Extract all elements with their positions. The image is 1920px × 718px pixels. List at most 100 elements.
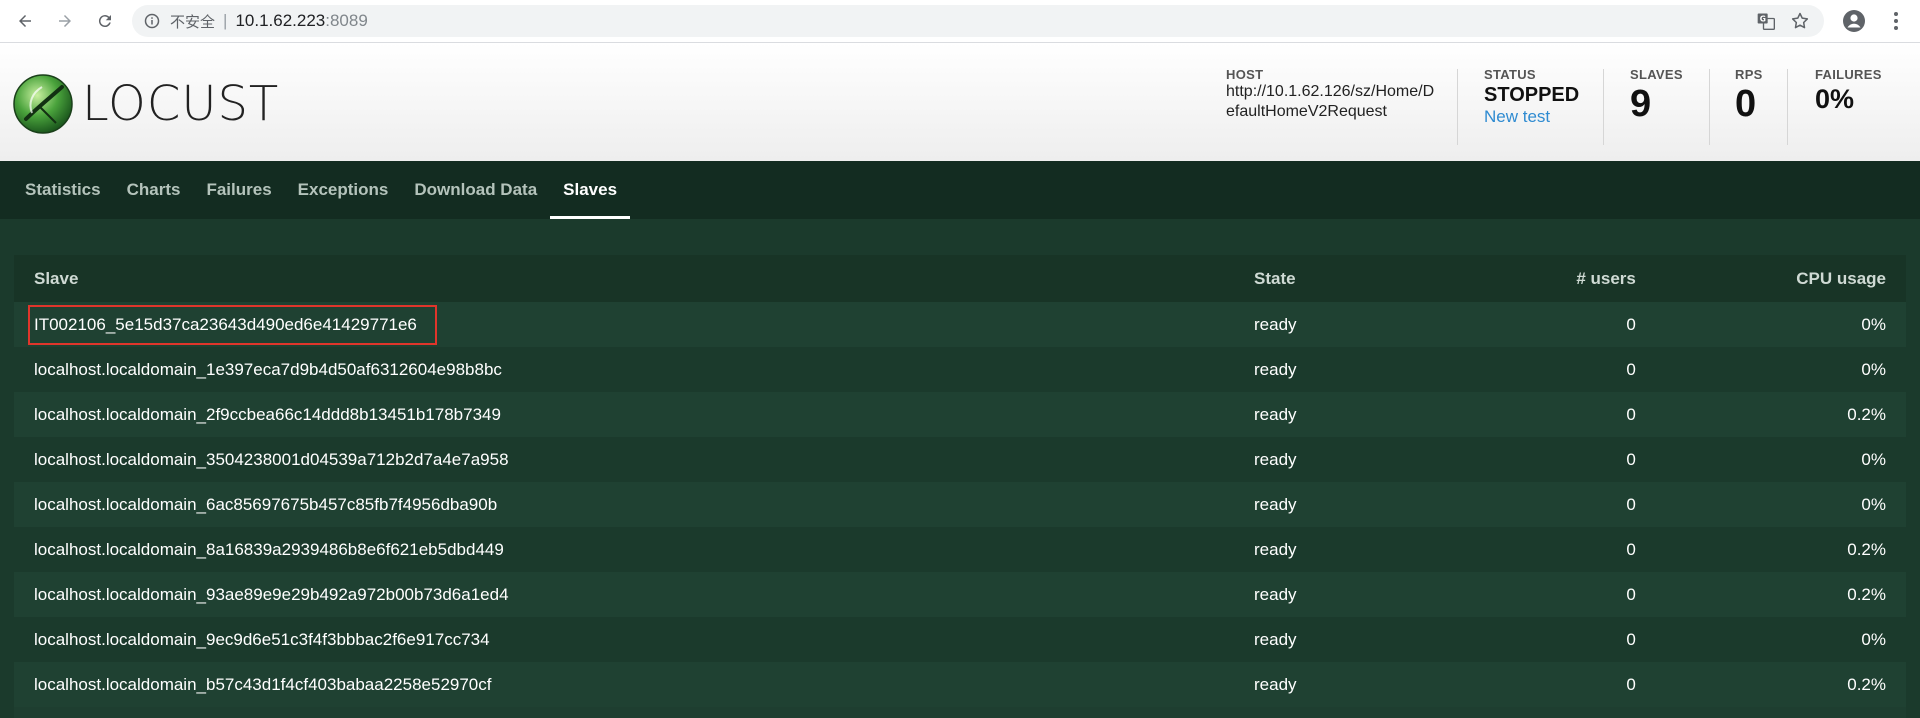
slaves-label: SLAVES: [1630, 67, 1683, 82]
slave-state: ready: [1254, 449, 1297, 469]
stat-divider: [1603, 69, 1604, 145]
slave-name: localhost.localdomain_b57c43d1f4cf403bab…: [34, 674, 492, 694]
host-label: HOST: [1226, 67, 1264, 82]
column-header-cpu[interactable]: CPU usage: [1656, 255, 1906, 302]
stat-divider: [1457, 69, 1458, 145]
slave-name-highlighted: IT002106_5e15d37ca23643d490ed6e41429771e…: [28, 304, 437, 345]
address-bar[interactable]: 不安全 | 10.1.62.223 :8089 G: [132, 5, 1824, 37]
slave-state: ready: [1254, 314, 1297, 334]
table-row: localhost.localdomain_1e397eca7d9b4d50af…: [14, 347, 1906, 392]
tab-statistics[interactable]: Statistics: [12, 161, 114, 219]
column-header-state[interactable]: State: [1234, 255, 1464, 302]
table-header-row: Slave State # users CPU usage: [14, 255, 1906, 302]
tab-bar: Statistics Charts Failures Exceptions Do…: [0, 161, 1920, 219]
slave-name: localhost.localdomain_6ac85697675b457c85…: [34, 494, 498, 514]
slave-state: ready: [1254, 674, 1297, 694]
tab-failures[interactable]: Failures: [193, 161, 284, 219]
slave-cpu: 0%: [1861, 359, 1886, 379]
reload-button[interactable]: [90, 6, 120, 36]
arrow-right-icon: [59, 15, 71, 27]
locust-logo: LOCUST: [12, 73, 279, 135]
rps-stat: RPS 0: [1735, 67, 1763, 139]
tab-download-data[interactable]: Download Data: [401, 161, 550, 219]
slave-state: ready: [1254, 404, 1297, 424]
slave-state: ready: [1254, 494, 1297, 514]
slave-cpu: 0%: [1861, 449, 1886, 469]
insecure-label: 不安全: [170, 12, 216, 31]
arrow-left-icon: [19, 15, 31, 27]
bookmark-star-icon[interactable]: [1790, 11, 1810, 31]
slave-state: ready: [1254, 359, 1297, 379]
rps-label: RPS: [1735, 67, 1763, 82]
locust-logo-icon: [13, 74, 73, 134]
table-row: localhost.localdomain_b57c43d1f4cf403bab…: [14, 662, 1906, 707]
slave-state: ready: [1254, 629, 1297, 649]
info-icon[interactable]: [144, 13, 160, 29]
status-stat: STATUS STOPPED New test: [1484, 67, 1579, 139]
slave-state: ready: [1254, 584, 1297, 604]
failures-value: 0%: [1815, 84, 1855, 114]
tab-exceptions[interactable]: Exceptions: [285, 161, 402, 219]
slave-name: localhost.localdomain_3504238001d04539a7…: [34, 449, 509, 469]
url-port: :8089: [325, 11, 368, 30]
svg-text:G: G: [1760, 14, 1766, 23]
tab-slaves[interactable]: Slaves: [550, 161, 630, 219]
new-test-link[interactable]: New test: [1484, 107, 1550, 126]
host-value: http://10.1.62.126/sz/Home/DefaultHomeV2…: [1226, 83, 1435, 120]
slave-users: 0: [1626, 314, 1636, 334]
slave-cpu: 0%: [1861, 314, 1886, 334]
table-row: localhost.localdomain_3504238001d04539a7…: [14, 437, 1906, 482]
slave-cpu: 0.2%: [1847, 539, 1886, 559]
slave-users: 0: [1626, 674, 1636, 694]
translate-icon[interactable]: G: [1756, 11, 1776, 31]
stat-divider: [1787, 69, 1788, 145]
table-row: localhost.localdomain_8a16839a2939486b8e…: [14, 527, 1906, 572]
slave-users: 0: [1626, 584, 1636, 604]
host-stat: HOST http://10.1.62.126/sz/Home/DefaultH…: [1226, 67, 1436, 139]
slave-name: localhost.localdomain_2f9ccbea66c14ddd8b…: [34, 404, 501, 424]
slaves-panel: Slave State # users CPU usage IT002106_5…: [14, 255, 1906, 718]
browser-toolbar: 不安全 | 10.1.62.223 :8089 G: [0, 0, 1920, 43]
slave-cpu: 0.2%: [1847, 404, 1886, 424]
slave-users: 0: [1626, 539, 1636, 559]
tab-charts[interactable]: Charts: [114, 161, 194, 219]
status-label: STATUS: [1484, 67, 1536, 82]
url-separator: |: [223, 11, 228, 30]
slave-users: 0: [1626, 404, 1636, 424]
slave-cpu: 0%: [1861, 629, 1886, 649]
back-button[interactable]: [10, 6, 40, 36]
locust-header: LOCUST HOST http://10.1.62.126/sz/Home/D…: [0, 43, 1920, 161]
url-host: 10.1.62.223: [235, 11, 326, 30]
rps-value: 0: [1735, 83, 1757, 125]
slave-cpu: 0%: [1861, 494, 1886, 514]
table-row: localhost.localdomain_2f9ccbea66c14ddd8b…: [14, 392, 1906, 437]
reload-icon: [98, 15, 111, 28]
slave-users: 0: [1626, 629, 1636, 649]
table-row: localhost.localdomain_9ec9d6e51c3f4f3bbb…: [14, 617, 1906, 662]
status-value: STOPPED: [1484, 84, 1580, 106]
slaves-value: 9: [1630, 83, 1652, 125]
stat-divider: [1709, 69, 1710, 145]
slave-users: 0: [1626, 359, 1636, 379]
account-avatar-icon[interactable]: [1842, 9, 1866, 33]
slave-users: 0: [1626, 449, 1636, 469]
forward-button[interactable]: [50, 6, 80, 36]
failures-stat: FAILURES 0%: [1815, 67, 1882, 139]
slave-users: 0: [1626, 494, 1636, 514]
more-menu-icon[interactable]: [1884, 9, 1908, 33]
slave-cpu: 0.2%: [1847, 674, 1886, 694]
slave-name: localhost.localdomain_9ec9d6e51c3f4f3bbb…: [34, 629, 490, 649]
table-row: localhost.localdomain_93ae89e9e29b492a97…: [14, 572, 1906, 617]
slave-cpu: 0.2%: [1847, 584, 1886, 604]
column-header-slave[interactable]: Slave: [14, 255, 1234, 302]
failures-label: FAILURES: [1815, 67, 1882, 82]
table-row: localhost.localdomain_6ac85697675b457c85…: [14, 482, 1906, 527]
slave-name: localhost.localdomain_1e397eca7d9b4d50af…: [34, 359, 502, 379]
slaves-table: Slave State # users CPU usage IT002106_5…: [14, 255, 1906, 707]
logo-text: LOCUST: [82, 76, 280, 132]
column-header-users[interactable]: # users: [1464, 255, 1656, 302]
table-row: IT002106_5e15d37ca23643d490ed6e41429771e…: [14, 302, 1906, 347]
slave-name: localhost.localdomain_8a16839a2939486b8e…: [34, 539, 504, 559]
slaves-stat: SLAVES 9: [1630, 67, 1683, 139]
slave-name: localhost.localdomain_93ae89e9e29b492a97…: [34, 584, 509, 604]
